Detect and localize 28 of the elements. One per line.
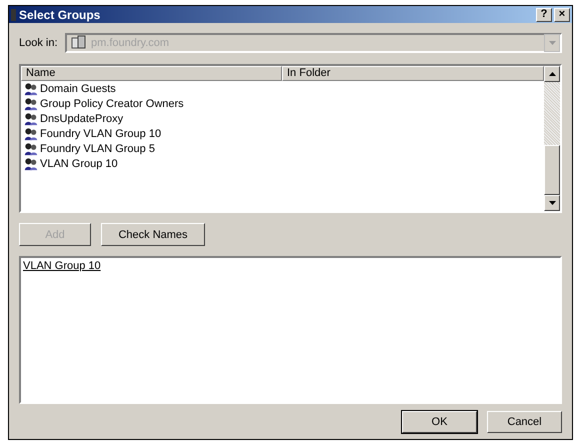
look-in-label: Look in: [19,37,59,49]
group-list-item[interactable]: Group Policy Creator Owners [21,96,544,111]
selected-names-field[interactable]: VLAN Group 10 [19,256,562,404]
help-button[interactable]: ? [536,8,552,22]
scrollbar[interactable] [544,66,560,211]
group-icon [23,82,39,96]
group-icon [23,156,39,170]
window-title: Select Groups [19,8,102,22]
up-arrow-icon [548,72,556,76]
group-list-item[interactable]: DnsUpdateProxy [21,111,544,126]
group-icon [23,142,39,156]
domain-icon [71,35,87,51]
column-header[interactable]: Name [21,66,282,81]
group-icon [23,126,39,140]
group-list-item[interactable]: VLAN Group 10 [21,156,544,171]
close-button[interactable]: × [554,8,570,22]
group-icon [23,112,39,126]
window-icon [11,8,16,20]
selected-name: VLAN Group 10 [23,260,101,272]
column-header[interactable]: In Folder [282,66,544,81]
down-arrow-icon [548,201,556,205]
dialog-button[interactable]: Cancel [487,411,562,433]
group-icon [23,96,39,110]
group-list-item[interactable]: Domain Guests [21,81,544,96]
group-list-item[interactable]: Foundry VLAN Group 5 [21,141,544,156]
dialog-button[interactable]: OK [402,411,477,433]
group-list-item[interactable]: Foundry VLAN Group 10 [21,126,544,141]
dialog-button[interactable]: Check Names [101,223,205,246]
